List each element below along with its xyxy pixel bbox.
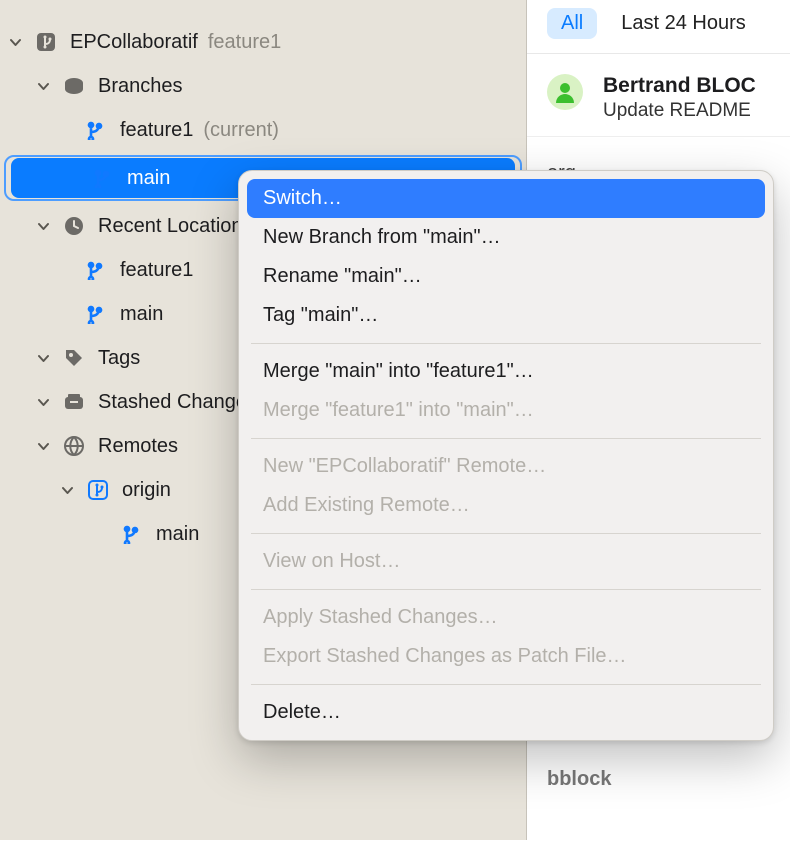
chevron-down-icon <box>8 37 22 48</box>
remote-name: origin <box>122 479 171 502</box>
chevron-down-icon <box>60 485 74 496</box>
branch-icon <box>82 260 110 280</box>
chevron-down-icon <box>36 221 50 232</box>
chevron-down-icon <box>36 353 50 364</box>
avatar <box>547 74 583 110</box>
chevron-down-icon <box>36 397 50 408</box>
clock-icon <box>60 215 88 237</box>
recent-name: main <box>120 303 163 326</box>
commit-message: Update README <box>603 100 756 122</box>
branch-name: feature1 <box>120 119 193 142</box>
menu-delete[interactable]: Delete… <box>247 693 765 732</box>
tray-icon <box>60 391 88 413</box>
scm-outline-icon <box>84 479 112 501</box>
recent-name: feature1 <box>120 259 193 282</box>
menu-merge-from: Merge "feature1" into "main"… <box>247 391 765 430</box>
repo-current-branch: feature1 <box>208 31 281 54</box>
remote-branch-name: main <box>156 523 199 546</box>
filter-all-chip[interactable]: All <box>547 8 597 39</box>
menu-merge-into[interactable]: Merge "main" into "feature1"… <box>247 352 765 391</box>
menu-switch[interactable]: Switch… <box>247 179 765 218</box>
branch-name: main <box>127 167 170 190</box>
branch-icon <box>82 304 110 324</box>
branches-label: Branches <box>98 75 183 98</box>
commit-author: Bertrand BLOC <box>603 74 756 98</box>
branch-row-feature1[interactable]: feature1 (current) <box>0 108 526 152</box>
menu-separator <box>251 343 761 344</box>
recent-label: Recent Locations <box>98 215 253 238</box>
commit-text: Bertrand BLOC Update README <box>603 74 756 122</box>
menu-separator <box>251 684 761 685</box>
repo-row[interactable]: EPCollaboratif feature1 <box>0 20 526 64</box>
menu-separator <box>251 589 761 590</box>
menu-add-remote: Add Existing Remote… <box>247 486 765 525</box>
menu-rename[interactable]: Rename "main"… <box>247 257 765 296</box>
tags-label: Tags <box>98 347 140 370</box>
commit-row[interactable]: Bertrand BLOC Update README <box>527 54 790 137</box>
menu-new-remote: New "EPCollaboratif" Remote… <box>247 447 765 486</box>
context-menu: Switch… New Branch from "main"… Rename "… <box>238 170 774 741</box>
scm-icon <box>32 31 60 53</box>
branch-icon <box>82 120 110 140</box>
branch-icon <box>118 524 146 544</box>
branches-group[interactable]: Branches <box>0 64 526 108</box>
branch-icon <box>89 168 117 188</box>
globe-icon <box>60 435 88 457</box>
menu-new-branch[interactable]: New Branch from "main"… <box>247 218 765 257</box>
filter-row: All Last 24 Hours <box>527 8 790 54</box>
menu-tag[interactable]: Tag "main"… <box>247 296 765 335</box>
chevron-down-icon <box>36 81 50 92</box>
chevron-down-icon <box>36 441 50 452</box>
tag-icon <box>60 347 88 369</box>
menu-separator <box>251 533 761 534</box>
branch-current-suffix: (current) <box>203 119 279 142</box>
menu-apply-stash: Apply Stashed Changes… <box>247 598 765 637</box>
menu-separator <box>251 438 761 439</box>
menu-view-host: View on Host… <box>247 542 765 581</box>
filter-last24[interactable]: Last 24 Hours <box>621 12 746 35</box>
repo-name: EPCollaboratif <box>70 31 198 54</box>
disk-icon <box>60 75 88 97</box>
stashed-label: Stashed Changes <box>98 391 257 414</box>
peek-text: bblock <box>547 763 770 795</box>
menu-export-stash: Export Stashed Changes as Patch File… <box>247 637 765 676</box>
remotes-label: Remotes <box>98 435 178 458</box>
